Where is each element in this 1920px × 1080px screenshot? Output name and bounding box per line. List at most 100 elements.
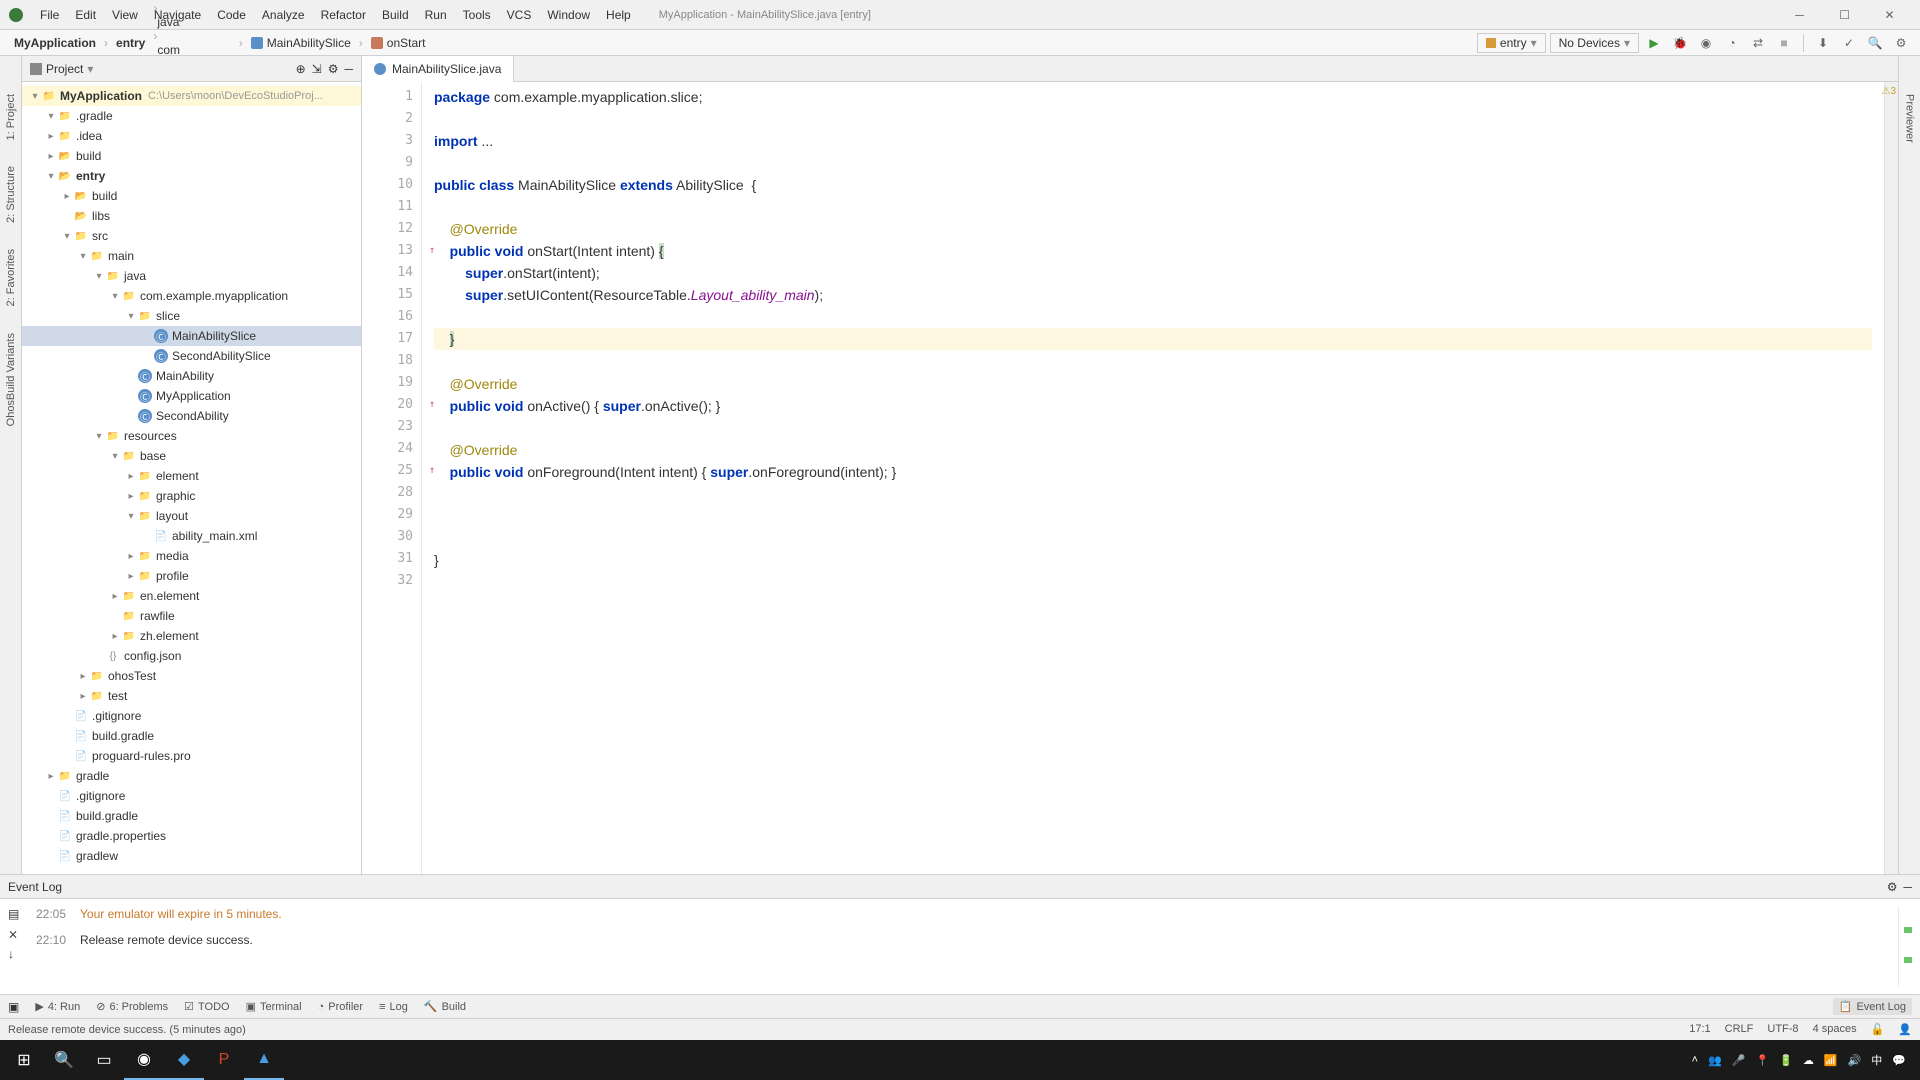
menu-view[interactable]: View [104, 8, 146, 22]
tree-row[interactable]: ▸📁graphic [22, 486, 361, 506]
tree-row[interactable]: ▾📂entry [22, 166, 361, 186]
tray-ime-icon[interactable]: 中 [1871, 1052, 1882, 1068]
breadcrumb-segment[interactable]: com [151, 43, 236, 57]
tree-row[interactable]: ▸📂build [22, 186, 361, 206]
breadcrumb-module[interactable]: entry [110, 36, 151, 50]
search-icon[interactable]: 🔍 [1864, 32, 1886, 54]
event-log-tab[interactable]: 📋 Event Log [1833, 998, 1912, 1015]
menu-build[interactable]: Build [374, 8, 417, 22]
tree-root[interactable]: ▾ 📁 MyApplication C:\Users\moon\DevEcoSt… [22, 86, 361, 106]
code-line[interactable] [434, 571, 1872, 593]
menu-tools[interactable]: Tools [455, 8, 499, 22]
breadcrumb-segment[interactable]: main [151, 0, 236, 1]
line-gutter[interactable]: 1239101112131415161718192023242528293031… [362, 82, 422, 874]
tray-onedrive-icon[interactable]: ☁ [1803, 1054, 1814, 1067]
menu-file[interactable]: File [32, 8, 67, 22]
code-line[interactable] [434, 108, 1872, 130]
line-number[interactable]: 23 [362, 416, 421, 438]
minimize-button[interactable]: ─ [1777, 0, 1822, 30]
tray-volume-icon[interactable]: 🔊 [1848, 1054, 1862, 1067]
tree-row[interactable]: 📄ability_main.xml [22, 526, 361, 546]
profile-button[interactable]: ◔ [1721, 32, 1743, 54]
line-number[interactable]: 20 [362, 394, 421, 416]
line-number[interactable]: 15 [362, 284, 421, 306]
code-line[interactable] [434, 527, 1872, 549]
code-line[interactable] [434, 196, 1872, 218]
run-button[interactable]: ▶ [1643, 32, 1665, 54]
line-number[interactable]: 14 [362, 262, 421, 284]
clear-icon[interactable]: ⨯ [8, 927, 32, 941]
indent-setting[interactable]: 4 spaces [1813, 1023, 1857, 1036]
start-button[interactable]: ⊞ [4, 1040, 44, 1080]
notifications-icon[interactable]: 👤 [1898, 1023, 1912, 1036]
menu-window[interactable]: Window [539, 8, 598, 22]
cursor-position[interactable]: 17:1 [1689, 1023, 1710, 1036]
tree-row[interactable]: 📄gradlew [22, 846, 361, 866]
code-line[interactable]: super.onStart(intent); [434, 262, 1872, 284]
editor-body[interactable]: 1239101112131415161718192023242528293031… [362, 82, 1898, 874]
line-number[interactable]: 13 [362, 240, 421, 262]
code-line[interactable]: @Override [434, 439, 1872, 461]
tray-wifi-icon[interactable]: 📶 [1824, 1054, 1838, 1067]
log-entry[interactable]: 22:05Your emulator will expire in 5 minu… [36, 907, 1894, 921]
run-config-selector[interactable]: entry ▾ [1477, 33, 1546, 53]
code-line[interactable]: package com.example.myapplication.slice; [434, 86, 1872, 108]
chrome-icon[interactable]: ◉ [124, 1040, 164, 1080]
file-encoding[interactable]: UTF-8 [1767, 1023, 1798, 1036]
code-line[interactable]: public void onStart(Intent intent) { [434, 240, 1872, 262]
tree-row[interactable]: ▸📁element [22, 466, 361, 486]
tray-people-icon[interactable]: 👥 [1708, 1054, 1722, 1067]
deveco-icon[interactable]: ▲ [244, 1040, 284, 1080]
line-number[interactable]: 17 [362, 328, 421, 350]
code-line[interactable] [434, 152, 1872, 174]
tree-row[interactable]: ⒸSecondAbility [22, 406, 361, 426]
powerpoint-icon[interactable]: P [204, 1040, 244, 1080]
line-number[interactable]: 32 [362, 570, 421, 592]
code-line[interactable] [434, 417, 1872, 439]
search-icon[interactable]: 🔍 [44, 1040, 84, 1080]
bottom-tool-tab[interactable]: ▣Terminal [246, 1000, 302, 1013]
line-number[interactable]: 16 [362, 306, 421, 328]
expand-all-icon[interactable]: ⇲ [312, 62, 322, 76]
tree-row[interactable]: 📄.gitignore [22, 706, 361, 726]
menu-vcs[interactable]: VCS [499, 8, 540, 22]
attach-button[interactable]: ⇄ [1747, 32, 1769, 54]
tree-row[interactable]: ▸📁test [22, 686, 361, 706]
tree-row[interactable]: 📂libs [22, 206, 361, 226]
left-tab[interactable]: OhosBuild Variants [3, 325, 19, 434]
code-line[interactable] [434, 351, 1872, 373]
code-line[interactable]: public class MainAbilitySlice extends Ab… [434, 174, 1872, 196]
harmonyos-icon[interactable]: ◆ [164, 1040, 204, 1080]
stop-button[interactable]: ■ [1773, 32, 1795, 54]
breadcrumb-class[interactable]: MainAbilitySlice [245, 36, 357, 50]
close-button[interactable]: ✕ [1867, 0, 1912, 30]
tree-row[interactable]: ▾📁main [22, 246, 361, 266]
line-number[interactable]: 9 [362, 152, 421, 174]
bottom-tool-tab[interactable]: ▶4: Run [35, 1000, 80, 1013]
tree-row[interactable]: {}config.json [22, 646, 361, 666]
code-line[interactable]: } [434, 549, 1872, 571]
line-number[interactable]: 11 [362, 196, 421, 218]
tree-row[interactable]: 📄.gitignore [22, 786, 361, 806]
code-line[interactable]: public void onForeground(Intent intent) … [434, 461, 1872, 483]
system-tray[interactable]: ˄ 👥 🎤 📍 🔋 ☁ 📶 🔊 中 💬 [1692, 1052, 1916, 1068]
tree-row[interactable]: 📄build.gradle [22, 806, 361, 826]
breadcrumb-segment[interactable]: java [151, 15, 236, 29]
maximize-button[interactable]: ☐ [1822, 0, 1867, 30]
settings-icon[interactable]: ⚙ [1887, 880, 1898, 894]
line-number[interactable]: 30 [362, 526, 421, 548]
vcs-update-icon[interactable]: ⬇ [1812, 32, 1834, 54]
tree-row[interactable]: ▾📁com.example.myapplication [22, 286, 361, 306]
task-view-icon[interactable]: ▭ [84, 1040, 124, 1080]
tree-row[interactable]: ▾📁base [22, 446, 361, 466]
editor-overview-ruler[interactable]: ⚠3 [1884, 82, 1898, 874]
tree-row[interactable]: 📄proguard-rules.pro [22, 746, 361, 766]
code-editor[interactable]: package com.example.myapplication.slice;… [422, 82, 1884, 874]
hide-icon[interactable]: ─ [1903, 880, 1912, 894]
code-line[interactable] [434, 483, 1872, 505]
code-line[interactable] [434, 306, 1872, 328]
bottom-tool-tab[interactable]: ≡Log [379, 1000, 408, 1013]
settings-icon[interactable]: ⚙ [1890, 32, 1912, 54]
bottom-tool-tab[interactable]: 🔨Build [424, 1000, 466, 1013]
line-separator[interactable]: CRLF [1725, 1023, 1754, 1036]
